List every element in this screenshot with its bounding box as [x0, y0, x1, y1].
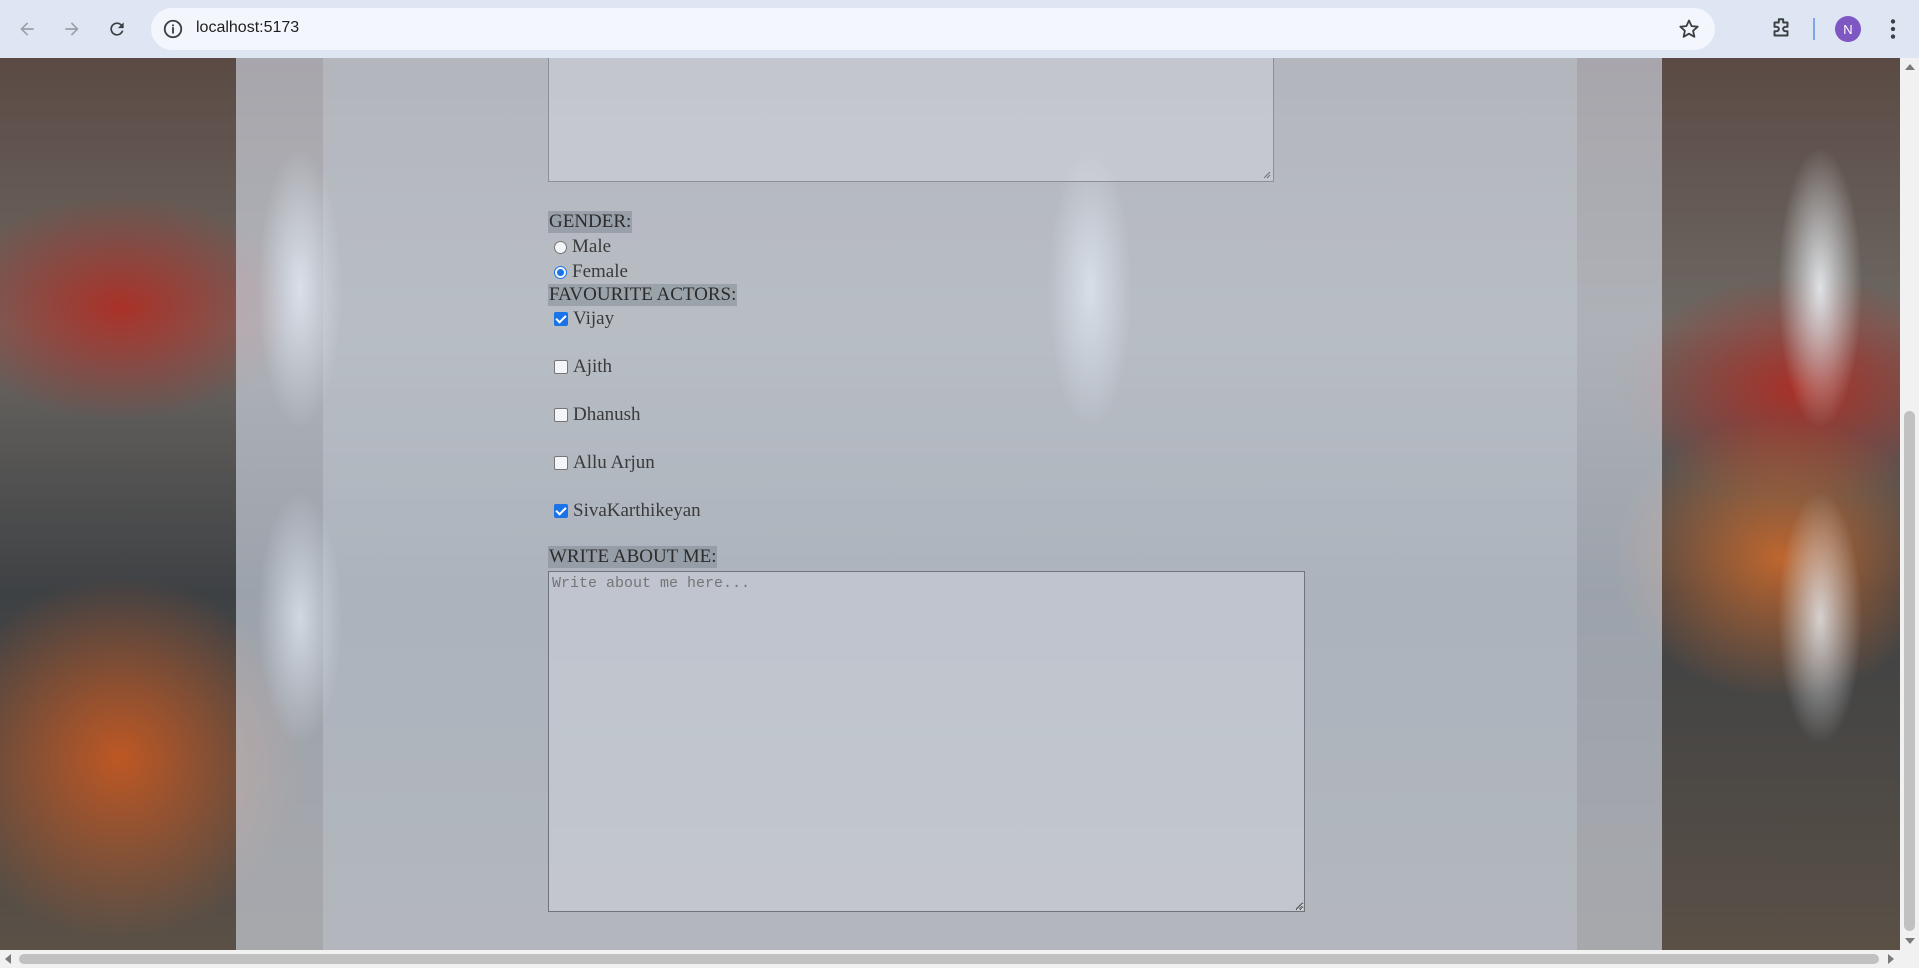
forward-button[interactable]	[58, 15, 86, 43]
male-label: Male	[572, 236, 612, 257]
allu-arjun-label: Allu Arjun	[573, 452, 655, 473]
actor-option-dhanush[interactable]: Dhanush	[554, 404, 641, 426]
dhanush-label: Dhanush	[573, 404, 641, 425]
puzzle-icon[interactable]	[1768, 16, 1794, 42]
about-me-textarea[interactable]	[548, 571, 1305, 912]
male-radio[interactable]	[554, 240, 567, 254]
actor-option-allu-arjun[interactable]: Allu Arjun	[554, 452, 655, 474]
resize-grip-icon[interactable]	[1261, 169, 1271, 179]
address-bar[interactable]: localhost:5173	[151, 8, 1715, 50]
actor-option-sivakarthikeyan[interactable]: SivaKarthikeyan	[554, 500, 701, 522]
allu-arjun-checkbox[interactable]	[554, 456, 568, 470]
reload-icon	[110, 22, 124, 36]
previous-textarea[interactable]	[548, 58, 1274, 182]
sivakarthikeyan-label: SivaKarthikeyan	[573, 500, 701, 521]
page-viewport: GENDER: Male Female FAVOURITE ACTORS: Vi…	[0, 58, 1900, 950]
actor-option-vijay[interactable]: Vijay	[554, 308, 614, 330]
vertical-scrollbar[interactable]	[1900, 58, 1919, 950]
gender-option-female[interactable]: Female	[554, 261, 628, 283]
toolbar-divider	[1813, 18, 1815, 40]
url-text[interactable]: localhost:5173	[196, 19, 299, 37]
reload-button[interactable]	[103, 15, 131, 43]
scroll-right-icon[interactable]	[1888, 954, 1894, 964]
arrow-left-icon	[20, 22, 34, 36]
vijay-checkbox[interactable]	[554, 312, 568, 326]
sivakarthikeyan-checkbox[interactable]	[554, 504, 568, 518]
actor-option-ajith[interactable]: Ajith	[554, 356, 612, 378]
ajith-checkbox[interactable]	[554, 360, 568, 374]
vertical-scroll-thumb[interactable]	[1904, 411, 1915, 931]
female-radio[interactable]	[554, 265, 567, 279]
browser-toolbar: localhost:5173 N	[0, 0, 1919, 58]
horizontal-scroll-thumb[interactable]	[19, 954, 1879, 964]
vijay-label: Vijay	[573, 308, 615, 329]
female-label: Female	[572, 261, 628, 282]
scroll-left-icon[interactable]	[5, 954, 11, 964]
dhanush-checkbox[interactable]	[554, 408, 568, 422]
star-icon[interactable]	[1677, 17, 1701, 41]
profile-avatar[interactable]: N	[1835, 16, 1861, 42]
info-icon[interactable]	[162, 18, 184, 40]
gender-option-male[interactable]: Male	[554, 236, 611, 258]
gender-label: GENDER:	[548, 211, 633, 233]
scroll-up-icon[interactable]	[1905, 64, 1915, 70]
favourite-actors-label: FAVOURITE ACTORS:	[548, 284, 738, 306]
arrow-right-icon	[65, 22, 79, 36]
kebab-menu-icon[interactable]	[1880, 16, 1906, 42]
ajith-label: Ajith	[573, 356, 613, 377]
write-about-me-label: WRITE ABOUT ME:	[548, 546, 718, 568]
scroll-down-icon[interactable]	[1905, 938, 1915, 944]
horizontal-scrollbar[interactable]	[0, 950, 1919, 968]
back-button[interactable]	[13, 15, 41, 43]
